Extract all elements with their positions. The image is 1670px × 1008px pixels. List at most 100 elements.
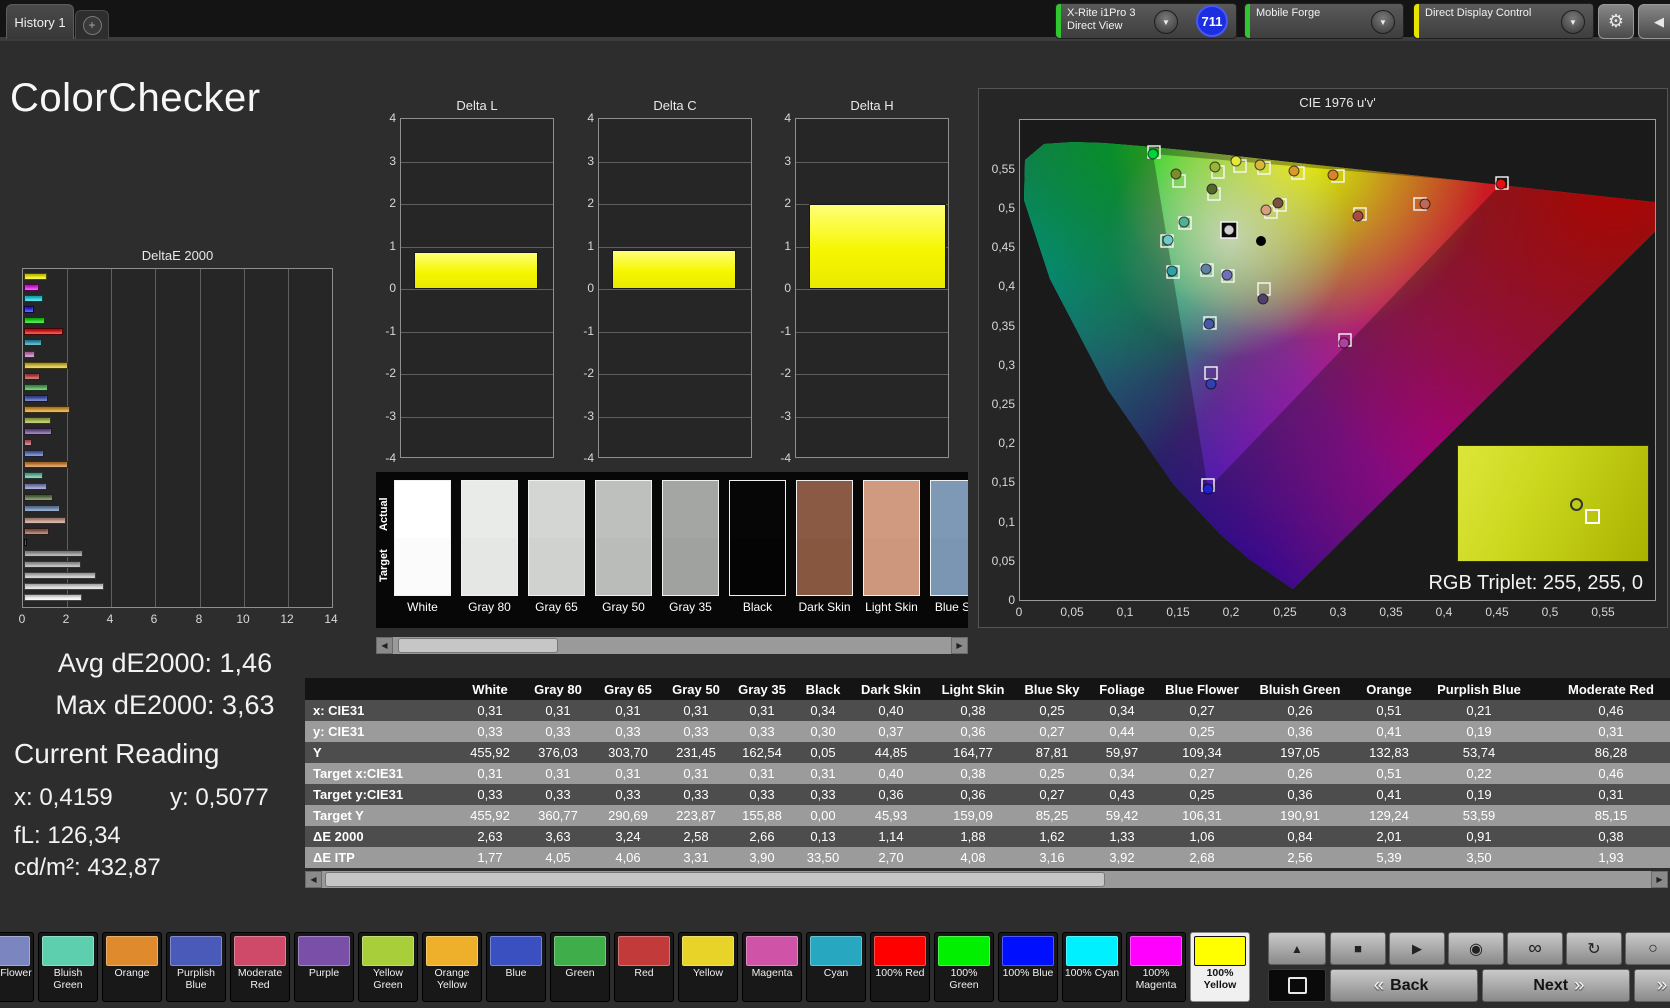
patch-button-magenta[interactable]: Magenta bbox=[742, 932, 802, 1002]
next-button[interactable]: Next » bbox=[1482, 969, 1630, 1002]
table-cell: 33,50 bbox=[795, 847, 851, 868]
swatch-actual-half bbox=[730, 481, 785, 538]
partial-next-button[interactable]: » bbox=[1634, 969, 1670, 1002]
table-cell: 2,66 bbox=[729, 826, 795, 847]
patch-button-cyan[interactable]: Cyan bbox=[806, 932, 866, 1002]
settings-button[interactable]: ⚙ bbox=[1598, 4, 1634, 39]
x-tick-label: 0 bbox=[18, 612, 26, 626]
patch-button-bluish-green[interactable]: Bluish Green bbox=[38, 932, 98, 1002]
patch-button-100-yellow[interactable]: 100% Yellow bbox=[1190, 932, 1250, 1002]
patch-button-yellow-green[interactable]: Yellow Green bbox=[358, 932, 418, 1002]
patch-button-100-magenta[interactable]: 100% Magenta bbox=[1126, 932, 1186, 1002]
scroll-left-arrow-icon[interactable]: ◀ bbox=[305, 871, 322, 888]
table-cell: 2,58 bbox=[663, 826, 729, 847]
table-cell: 0,25 bbox=[1015, 700, 1089, 721]
table-cell: 0,21 bbox=[1427, 700, 1531, 721]
patch-button-blue-flower[interactable]: Blue Flower bbox=[0, 932, 34, 1002]
workflow-dropdown[interactable]: Direct Display Control ▼ bbox=[1413, 3, 1594, 39]
pattern-window-button[interactable] bbox=[1268, 969, 1326, 1002]
table-cell: 0,51 bbox=[1351, 700, 1427, 721]
patch-row-up-button[interactable]: ▲ bbox=[1268, 932, 1326, 965]
deltae-bar bbox=[24, 273, 48, 280]
table-cell: 44,85 bbox=[851, 742, 931, 763]
deltae-bar bbox=[24, 516, 66, 524]
patch-button-blue[interactable]: Blue bbox=[486, 932, 546, 1002]
patch-button-moderate-red[interactable]: Moderate Red bbox=[230, 932, 290, 1002]
source-dropdown[interactable]: Mobile Forge ▼ bbox=[1244, 3, 1404, 39]
partial-button[interactable]: ○ bbox=[1625, 932, 1670, 965]
patch-color-chip bbox=[874, 936, 926, 966]
column-header: Blue Flower bbox=[1155, 678, 1249, 700]
next-button-label: Next bbox=[1533, 976, 1569, 994]
scroll-right-arrow-icon[interactable]: ▶ bbox=[1651, 871, 1668, 888]
measured-point bbox=[1170, 168, 1182, 180]
table-cell: 0,43 bbox=[1089, 784, 1155, 805]
back-button[interactable]: « Back bbox=[1330, 969, 1478, 1002]
scroll-left-arrow-icon[interactable]: ◀ bbox=[376, 637, 393, 654]
scroll-right-arrow-icon[interactable]: ▶ bbox=[951, 637, 968, 654]
table-cell: 0,27 bbox=[1015, 721, 1089, 742]
table-cell: 0,38 bbox=[931, 700, 1015, 721]
delta-chart-title: Delta L bbox=[456, 98, 498, 113]
patch-button-100-red[interactable]: 100% Red bbox=[870, 932, 930, 1002]
scrollbar-thumb[interactable] bbox=[325, 872, 1105, 887]
patch-button-label: 100% Magenta bbox=[1135, 967, 1177, 991]
play-button[interactable]: ▶ bbox=[1389, 932, 1445, 965]
table-cell: 1,88 bbox=[931, 826, 1015, 847]
patch-button-purple[interactable]: Purple bbox=[294, 932, 354, 1002]
cie-y-tick: 0,1 bbox=[998, 515, 1015, 529]
swatch-target-half bbox=[663, 538, 718, 595]
gridline bbox=[243, 269, 245, 607]
patch-color-chip bbox=[1002, 936, 1054, 966]
patch-color-chip bbox=[746, 936, 798, 966]
table-cell: 0,27 bbox=[1015, 784, 1089, 805]
collapse-panel-button[interactable]: ◀ bbox=[1638, 4, 1670, 39]
continuous-measure-button[interactable]: ∞ bbox=[1507, 932, 1563, 965]
patch-button-orange[interactable]: Orange bbox=[102, 932, 162, 1002]
table-cell: 0,25 bbox=[1155, 784, 1249, 805]
refresh-button[interactable]: ↻ bbox=[1566, 932, 1622, 965]
chevron-down-icon[interactable]: ▼ bbox=[1561, 10, 1585, 34]
swatch-actual-half bbox=[864, 481, 919, 538]
measured-point bbox=[1230, 155, 1242, 167]
add-tab-button[interactable]: + bbox=[75, 10, 109, 39]
stop-button[interactable]: ■ bbox=[1330, 932, 1386, 965]
table-row: ΔE 2000 2,63 3,63 3,24 2,58 2,66 0,13 1,14 1,88 1… bbox=[305, 826, 1670, 847]
tab-history-1[interactable]: History 1 bbox=[6, 4, 74, 39]
row-label: y: CIE31 bbox=[305, 721, 457, 742]
table-cell: 223,87 bbox=[663, 805, 729, 826]
measured-point bbox=[1221, 269, 1233, 281]
column-header: Gray 50 bbox=[663, 678, 729, 700]
y-tick-label: 2 bbox=[784, 196, 791, 210]
table-cell: 85,25 bbox=[1015, 805, 1089, 826]
patch-button-green[interactable]: Green bbox=[550, 932, 610, 1002]
patch-button-100-cyan[interactable]: 100% Cyan bbox=[1062, 932, 1122, 1002]
patch-button-label: Yellow bbox=[693, 967, 723, 979]
patch-color-chip bbox=[298, 936, 350, 966]
scrollbar-thumb[interactable] bbox=[398, 638, 558, 653]
y-tick-label: 0 bbox=[784, 281, 791, 295]
cie-chromaticity-plot: RGB Triplet: 255, 255, 0 bbox=[1019, 119, 1656, 601]
patch-button-orange-yellow[interactable]: Orange Yellow bbox=[422, 932, 482, 1002]
swatch-label: Gray 65 bbox=[535, 600, 578, 614]
patch-color-chip bbox=[42, 936, 94, 966]
yellow-zoom-inset bbox=[1457, 445, 1649, 562]
meter-dropdown[interactable]: X-Rite i1Pro 3 Direct View ▼ 711 bbox=[1055, 3, 1237, 39]
chevron-down-icon[interactable]: ▼ bbox=[1154, 10, 1178, 34]
patch-button-100-green[interactable]: 100% Green bbox=[934, 932, 994, 1002]
swatch-strip-scrollbar[interactable]: ◀ ▶ bbox=[376, 637, 968, 654]
patch-button-yellow[interactable]: Yellow bbox=[678, 932, 738, 1002]
gridline bbox=[599, 204, 751, 205]
back-button-label: Back bbox=[1390, 976, 1429, 994]
deltae-bar bbox=[24, 571, 96, 579]
table-scrollbar[interactable]: ◀ ▶ bbox=[305, 871, 1668, 888]
chevron-down-icon[interactable]: ▼ bbox=[1371, 10, 1395, 34]
table-cell: 0,37 bbox=[851, 721, 931, 742]
patch-button-100-blue[interactable]: 100% Blue bbox=[998, 932, 1058, 1002]
single-measure-button[interactable]: ◉ bbox=[1448, 932, 1504, 965]
patch-button-purplish-blue[interactable]: Purplish Blue bbox=[166, 932, 226, 1002]
patch-button-red[interactable]: Red bbox=[614, 932, 674, 1002]
app-window: History 1 + X-Rite i1Pro 3 Direct View ▼ … bbox=[0, 0, 1670, 1008]
gridline bbox=[796, 374, 948, 375]
table-cell: 0,19 bbox=[1427, 721, 1531, 742]
